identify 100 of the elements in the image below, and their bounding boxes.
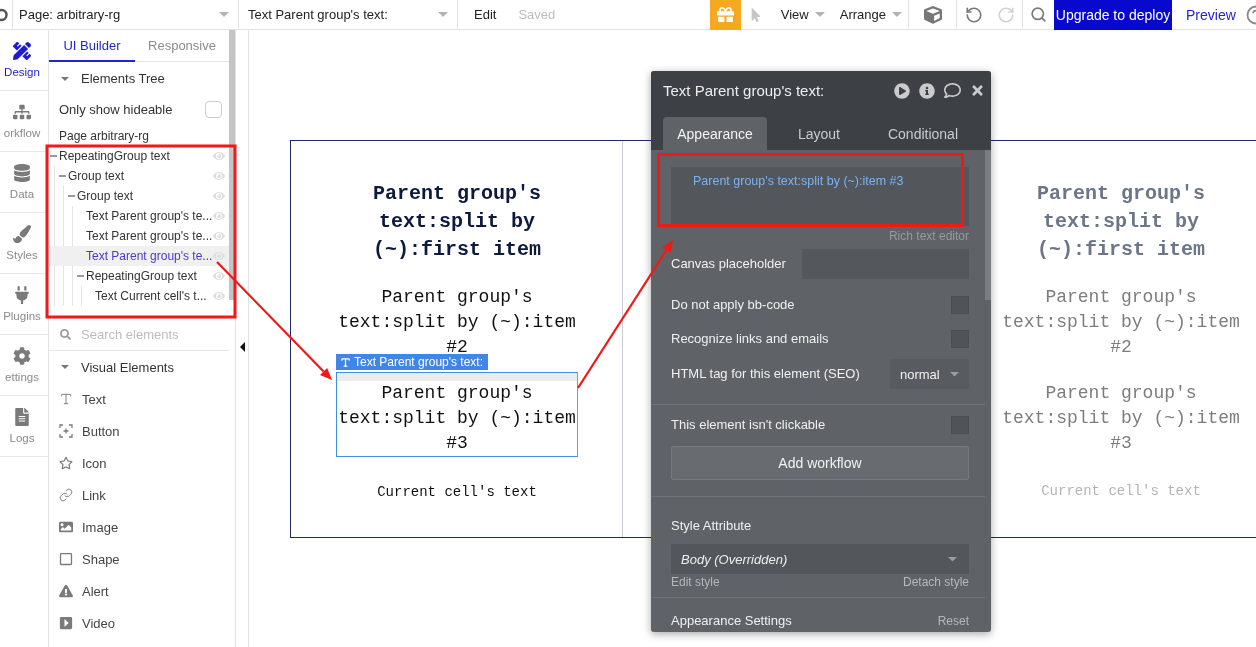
gift-icon: [716, 6, 734, 23]
tree-item[interactable]: Text Current cell's t...: [49, 286, 229, 306]
field-label: This element isn't clickable: [671, 418, 826, 432]
body-text: Parent group's text:split by (~):item #3: [1001, 382, 1241, 455]
eye-icon[interactable]: [213, 290, 225, 302]
panel-tab[interactable]: Layout: [767, 117, 871, 150]
style-dropdown[interactable]: Body (Overridden): [671, 544, 969, 574]
sidebar-tab[interactable]: Responsive: [135, 30, 229, 62]
upgrade-button[interactable]: Upgrade to deploy: [1054, 0, 1172, 30]
field-label: Do not apply bb-code: [671, 298, 795, 312]
undo-icon[interactable]: [964, 5, 983, 24]
field-label: Canvas placeholder: [671, 257, 786, 271]
caret-icon: [892, 12, 902, 17]
search-icon: [60, 329, 71, 340]
section-header[interactable]: Elements Tree: [49, 62, 229, 95]
element-item[interactable]: Icon: [49, 447, 229, 479]
minus-icon[interactable]: [50, 155, 57, 157]
document-icon: [13, 408, 31, 426]
pencil-ruler-icon: [13, 42, 31, 60]
ring-icon[interactable]: [0, 7, 8, 22]
caret-icon: [948, 556, 957, 562]
eye-icon[interactable]: [213, 230, 225, 242]
caret-icon: [219, 12, 229, 17]
element-item[interactable]: Image: [49, 511, 229, 543]
preview-link[interactable]: Preview: [1172, 6, 1244, 23]
caret-icon[interactable]: [239, 342, 245, 352]
sitemap-icon: [13, 103, 31, 121]
element-item[interactable]: Video: [49, 607, 229, 639]
field-label: Recognize links and emails: [671, 332, 829, 346]
toolbar-menu[interactable]: Arrange: [830, 0, 908, 29]
page-dropdown[interactable]: Page: arbitrary-rg: [13, 0, 239, 29]
eye-icon[interactable]: [213, 270, 225, 282]
panel-tab[interactable]: Appearance: [663, 117, 767, 150]
eye-icon[interactable]: [213, 190, 225, 202]
star-icon: [59, 456, 73, 470]
search-icon[interactable]: [1030, 6, 1047, 23]
section-header[interactable]: Visual Elements: [49, 351, 229, 383]
database-icon: [13, 164, 31, 182]
element-item[interactable]: Link: [49, 479, 229, 511]
body-text: Parent group's text:split by (~):item #3: [336, 372, 578, 457]
field-label: HTML tag for this element (SEO): [671, 367, 860, 381]
comment-icon[interactable]: [944, 82, 961, 99]
eye-icon[interactable]: [213, 210, 225, 222]
gear-icon: [13, 347, 31, 365]
type-icon: [340, 356, 351, 368]
element-item[interactable]: Alert: [49, 575, 229, 607]
eye-icon[interactable]: [213, 170, 225, 182]
info-icon[interactable]: [919, 82, 935, 99]
tree-item[interactable]: RepeatingGroup text: [49, 146, 229, 166]
caret-icon: [438, 12, 448, 17]
tree-item[interactable]: RepeatingGroup text: [49, 266, 229, 286]
body-text: Parent group's text:split by (~):item #2: [1001, 286, 1241, 359]
close-icon[interactable]: [970, 83, 985, 98]
warning-icon: [59, 584, 73, 598]
minus-icon[interactable]: [59, 175, 66, 177]
caret-icon: [950, 371, 959, 377]
edit-menu[interactable]: Edit: [474, 7, 497, 22]
panel-title: Text Parent group's text:: [663, 82, 825, 99]
type-icon: [59, 392, 73, 406]
tag-dropdown[interactable]: normal: [890, 359, 969, 389]
filter-label: Only show hideable: [59, 102, 173, 117]
tree-item[interactable]: Page arbitrary-rg: [49, 126, 229, 146]
minus-icon[interactable]: [68, 195, 75, 197]
scrollbar[interactable]: [229, 30, 235, 300]
panel-tab[interactable]: Conditional: [871, 117, 975, 150]
gift-button[interactable]: [709, 0, 741, 30]
eye-icon[interactable]: [213, 150, 225, 162]
scrollbar[interactable]: [985, 150, 991, 300]
minus-icon[interactable]: [77, 275, 84, 277]
tree-item[interactable]: Group text: [49, 186, 229, 206]
paintbrush-icon: [13, 225, 31, 243]
plug-icon: [13, 286, 31, 304]
element-item[interactable]: Button: [49, 415, 229, 447]
name-tag-text: Text Parent group's text:: [354, 355, 484, 369]
heading-text: Parent group's text:split by (~):first item: [372, 181, 542, 263]
tree-item[interactable]: Text Parent group's te...: [49, 246, 229, 266]
cube-icon[interactable]: [923, 5, 942, 24]
element-dropdown[interactable]: Text Parent group's text:: [239, 0, 458, 29]
help-icon[interactable]: [1245, 4, 1256, 25]
caption-text: Current cell's text: [1041, 482, 1201, 500]
tree-item[interactable]: Group text: [49, 166, 229, 186]
link-icon: [59, 488, 73, 502]
caption-text: Current cell's text: [377, 483, 537, 501]
search-field[interactable]: Search elements: [81, 327, 211, 342]
element-item[interactable]: Shape: [49, 543, 229, 575]
eye-icon[interactable]: [213, 250, 225, 262]
section-heading[interactable]: Appearance Settings: [671, 614, 792, 628]
body-text: Parent group's text:split by (~):item #2: [337, 286, 577, 357]
tree-item[interactable]: Text Parent group's te...: [49, 206, 229, 226]
sidebar-tab[interactable]: UI Builder: [49, 30, 135, 62]
element-item[interactable]: Text: [49, 383, 229, 415]
toolbar-menu[interactable]: View: [771, 0, 831, 29]
caret-icon: [814, 12, 825, 17]
tree-item[interactable]: Text Parent group's te...: [49, 226, 229, 246]
dashed-plus-icon: [59, 424, 73, 438]
heading-text: Parent group's text:split by (~):first item: [1036, 181, 1206, 263]
add-workflow-button[interactable]: Add workflow: [671, 446, 969, 480]
play-icon[interactable]: [894, 82, 910, 99]
image-icon: [59, 520, 73, 534]
section-label: Style Attribute: [671, 519, 753, 533]
